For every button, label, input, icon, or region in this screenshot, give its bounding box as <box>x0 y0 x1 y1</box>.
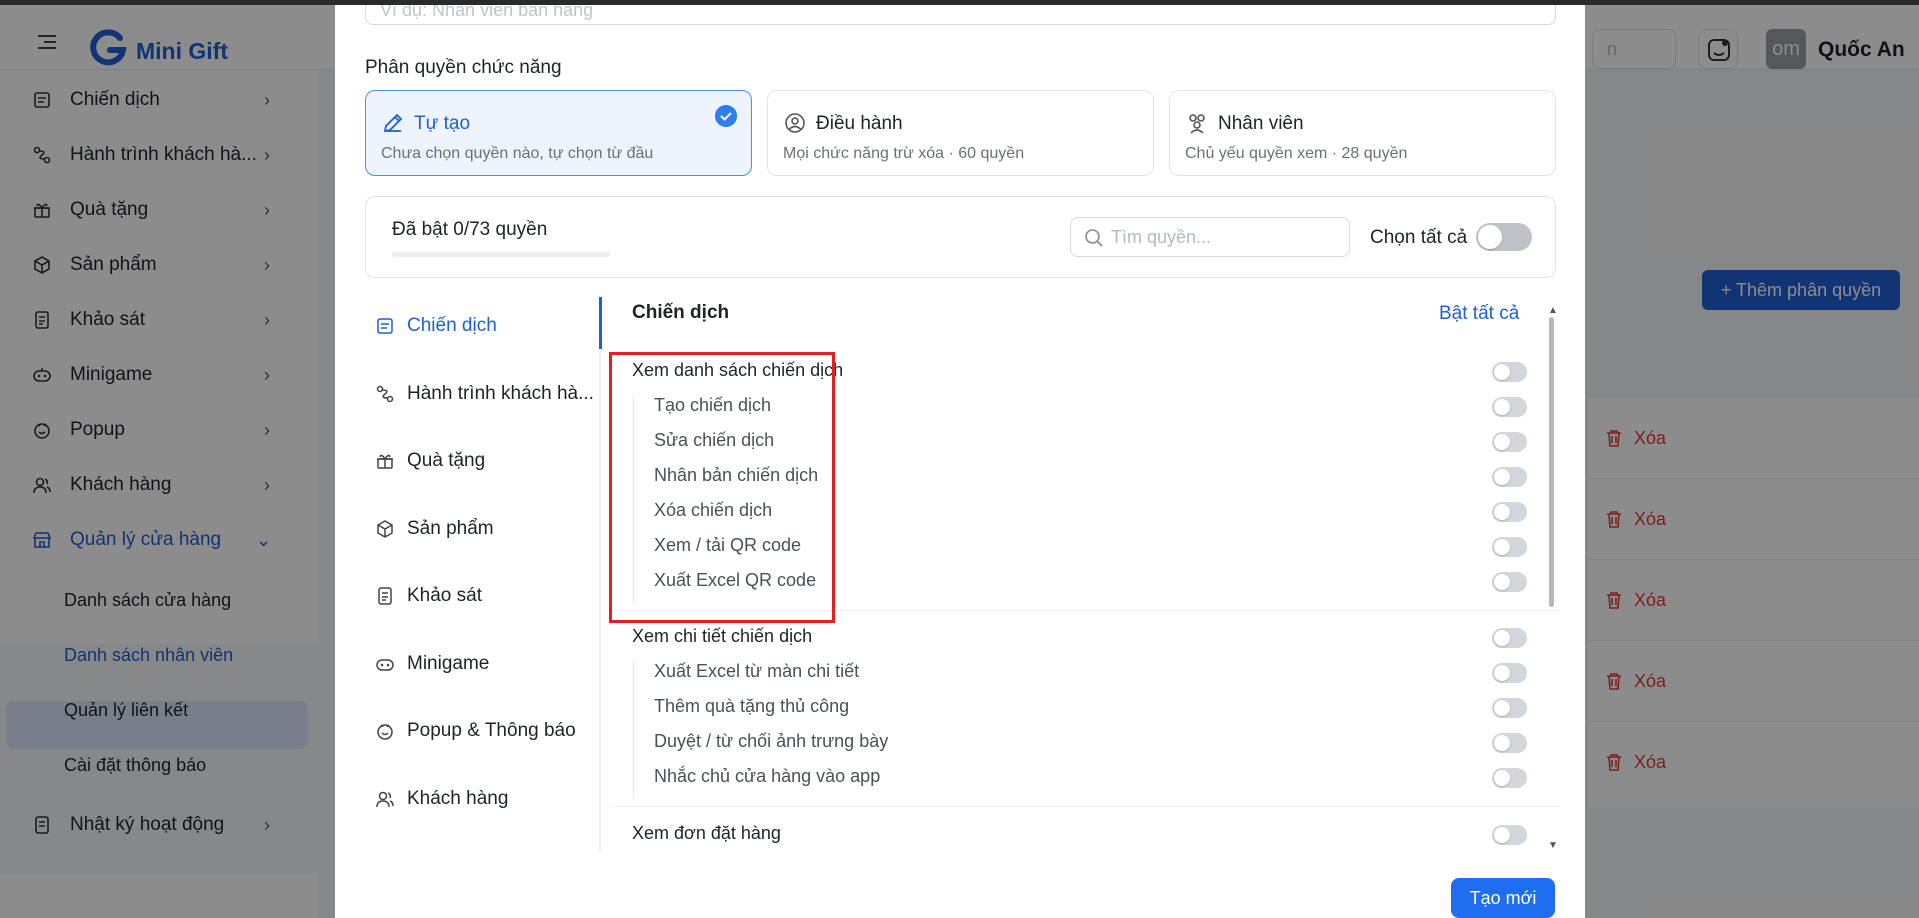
permission-toggle[interactable] <box>1492 733 1527 753</box>
permission-panel-title: Chiến dịch <box>632 302 730 323</box>
group-separator <box>611 806 1561 807</box>
enabled-progress-bar <box>392 252 610 257</box>
role-card-custom[interactable]: Tự tạo Chưa chọn quyền nào, tự chọn từ đ… <box>365 90 752 176</box>
sub-permission-item: Duyệt / từ chối ảnh trưng bày <box>654 731 889 751</box>
category-product[interactable]: Sản phẩm <box>375 514 494 544</box>
permission-toggle[interactable] <box>1492 768 1527 788</box>
box-icon <box>377 520 393 538</box>
game-icon <box>376 659 394 671</box>
category-customer[interactable]: Khách hàng <box>375 784 508 814</box>
select-all-label: Chọn tất cả <box>1370 227 1468 248</box>
permission-toggle[interactable] <box>1492 572 1527 592</box>
create-role-modal: Ví dụ: Nhân viên bán hàng Phân quyền chứ… <box>335 5 1585 918</box>
annotation-highlight-box <box>609 352 835 623</box>
campaign-icon <box>377 318 393 334</box>
scroll-down-arrow-icon[interactable]: ▼ <box>1548 840 1558 851</box>
check-circle-icon <box>715 105 737 127</box>
create-button[interactable]: Tạo mới <box>1451 878 1555 918</box>
category-divider <box>599 297 601 852</box>
category-campaign[interactable]: Chiến dịch <box>375 311 497 341</box>
permission-search-input[interactable]: Tìm quyền... <box>1070 217 1350 257</box>
category-active-indicator <box>599 297 602 349</box>
survey-icon <box>378 587 392 605</box>
popup-icon <box>377 724 393 740</box>
pencil-icon <box>383 113 403 133</box>
users-icon <box>376 791 394 808</box>
permission-status-bar: Đã bật 0/73 quyền Tìm quyền... Chọn tất … <box>365 196 1556 278</box>
category-popup[interactable]: Popup & Thông báo <box>375 716 576 746</box>
search-icon <box>1085 229 1103 247</box>
permission-toggle[interactable] <box>1492 537 1527 557</box>
permission-toggle[interactable] <box>1492 825 1527 845</box>
section-label: Phân quyền chức năng <box>365 57 562 78</box>
category-gift[interactable]: Quà tặng <box>375 446 485 476</box>
select-all-toggle[interactable] <box>1476 223 1532 251</box>
permission-item: Xem đơn đặt hàng <box>632 823 781 843</box>
scroll-up-arrow-icon[interactable]: ▲ <box>1548 305 1558 316</box>
permission-toggle[interactable] <box>1492 397 1527 417</box>
permission-toggle[interactable] <box>1492 628 1527 648</box>
permission-toggle[interactable] <box>1492 698 1527 718</box>
role-card-operator[interactable]: Điều hành Mọi chức năng trừ xóa · 60 quy… <box>767 90 1154 176</box>
role-card-staff[interactable]: Nhân viên Chủ yếu quyền xem · 28 quyền <box>1169 90 1556 176</box>
category-journey[interactable]: Hành trình khách hà... <box>375 379 594 409</box>
sub-permission-item: Nhắc chủ cửa hàng vào app <box>654 766 881 786</box>
sub-permission-item: Xuất Excel từ màn chi tiết <box>654 661 860 681</box>
category-survey[interactable]: Khảo sát <box>375 581 482 611</box>
enabled-count: Đã bật 0/73 quyền <box>392 219 548 240</box>
permission-toggle[interactable] <box>1492 502 1527 522</box>
gift-icon <box>377 454 393 469</box>
team-icon <box>1189 114 1205 134</box>
sub-permission-item: Thêm quà tặng thủ công <box>654 696 850 716</box>
journey-icon <box>376 385 394 403</box>
permission-item: Xem chi tiết chiến dịch <box>632 626 813 646</box>
role-name-input[interactable]: Ví dụ: Nhân viên bán hàng <box>365 5 1556 25</box>
permission-scrollbar-thumb[interactable] <box>1549 317 1554 607</box>
enable-all-link[interactable]: Bật tất cả <box>1439 303 1519 325</box>
user-badge-icon <box>785 113 805 133</box>
permission-toggle[interactable] <box>1492 432 1527 452</box>
permission-toggle[interactable] <box>1492 663 1527 683</box>
category-minigame[interactable]: Minigame <box>375 649 489 679</box>
sub-permission-guide <box>633 661 634 799</box>
permission-toggle[interactable] <box>1492 467 1527 487</box>
permission-toggle[interactable] <box>1492 362 1527 382</box>
